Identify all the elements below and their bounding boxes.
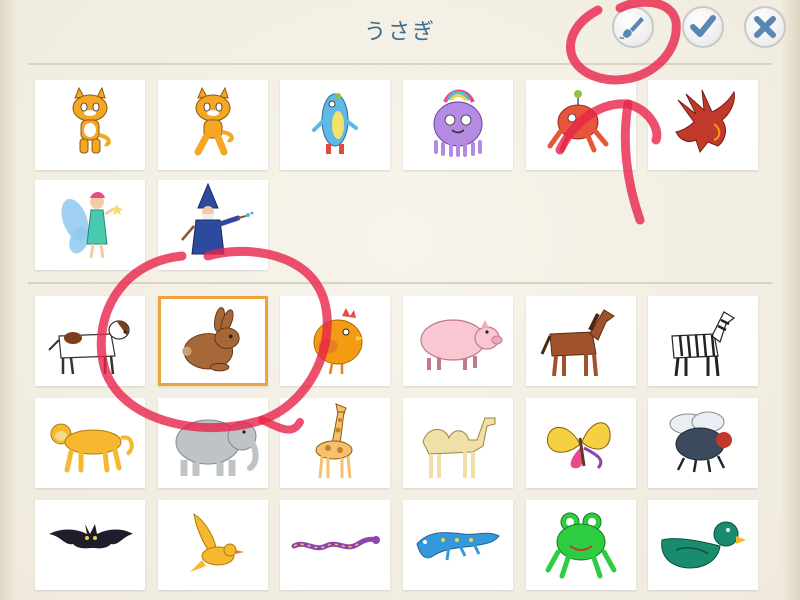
- duck-icon: [661, 521, 746, 569]
- sprite-card-dog[interactable]: [35, 296, 145, 386]
- fairy-icon: [61, 192, 123, 259]
- sprite-card-fly[interactable]: [648, 398, 758, 488]
- sprite-card-bird[interactable]: [158, 500, 268, 590]
- rabbit-icon: [182, 307, 240, 372]
- sprite-card-scratch-cat[interactable]: [35, 80, 145, 170]
- sprite-card-frog[interactable]: [526, 500, 636, 590]
- sprite-card-monkey[interactable]: [35, 398, 145, 488]
- sprite-library-screen: うさぎ: [0, 0, 800, 600]
- header-bar: うさぎ: [0, 0, 800, 62]
- paint-editor-button[interactable]: [612, 6, 654, 48]
- sprite-card-blue-creature[interactable]: [280, 80, 390, 170]
- close-button[interactable]: [744, 6, 786, 48]
- sprite-card-butterfly[interactable]: [526, 398, 636, 488]
- confirm-button[interactable]: [682, 6, 724, 48]
- sprite-card-lizard[interactable]: [403, 500, 513, 590]
- sprite-card-red-alien[interactable]: [526, 80, 636, 170]
- snake-icon: [291, 536, 380, 551]
- wizard-icon: [181, 182, 254, 255]
- fly-icon: [669, 411, 732, 473]
- sprite-card-scratch-cat-walking[interactable]: [158, 80, 268, 170]
- dog-icon: [48, 320, 130, 375]
- sprite-card-rabbit[interactable]: [158, 296, 268, 386]
- giraffe-icon: [315, 403, 353, 479]
- lizard-icon: [416, 532, 500, 561]
- bat-icon: [49, 524, 133, 549]
- camel-icon: [422, 417, 496, 478]
- sprite-card-zebra[interactable]: [648, 296, 758, 386]
- section-divider: [28, 282, 772, 284]
- horse-icon: [540, 309, 615, 377]
- red-dragon-icon: [675, 89, 735, 154]
- sprite-card-camel[interactable]: [403, 398, 513, 488]
- sprite-card-purple-monster[interactable]: [403, 80, 513, 170]
- sprite-card-dragon[interactable]: [648, 80, 758, 170]
- monkey-icon: [50, 423, 134, 473]
- bird-icon: [190, 513, 244, 572]
- sprite-card-chicken[interactable]: [280, 296, 390, 386]
- checkmark-icon: [690, 15, 716, 37]
- chicken-icon: [313, 308, 364, 375]
- left-paper-edge: [0, 0, 16, 600]
- close-icon: [754, 16, 776, 38]
- right-paper-edge: [782, 0, 800, 600]
- sprite-card-bat[interactable]: [35, 500, 145, 590]
- sprite-card-pig[interactable]: [403, 296, 513, 386]
- scratch-cat-walking-icon: [194, 86, 234, 156]
- sprite-card-elephant[interactable]: [158, 398, 268, 488]
- purple-monster-icon: [433, 89, 483, 157]
- sprite-card-wizard[interactable]: [158, 180, 268, 270]
- header-divider: [28, 63, 772, 65]
- blue-fish-creature-icon: [312, 93, 358, 154]
- sprite-card-giraffe[interactable]: [280, 398, 390, 488]
- paintbrush-icon: [619, 17, 644, 40]
- scratch-cat-icon: [72, 86, 111, 154]
- sprite-card-horse[interactable]: [526, 296, 636, 386]
- butterfly-icon: [547, 422, 611, 470]
- red-alien-icon: [547, 90, 609, 153]
- sprite-card-fairy[interactable]: [35, 180, 145, 270]
- frog-icon: [545, 512, 617, 579]
- elephant-icon: [175, 419, 259, 476]
- pig-icon: [420, 319, 503, 370]
- selected-sprite-title: うさぎ: [363, 20, 436, 45]
- sprite-card-snake[interactable]: [280, 500, 390, 590]
- zebra-icon: [671, 311, 736, 377]
- sprite-card-duck[interactable]: [648, 500, 758, 590]
